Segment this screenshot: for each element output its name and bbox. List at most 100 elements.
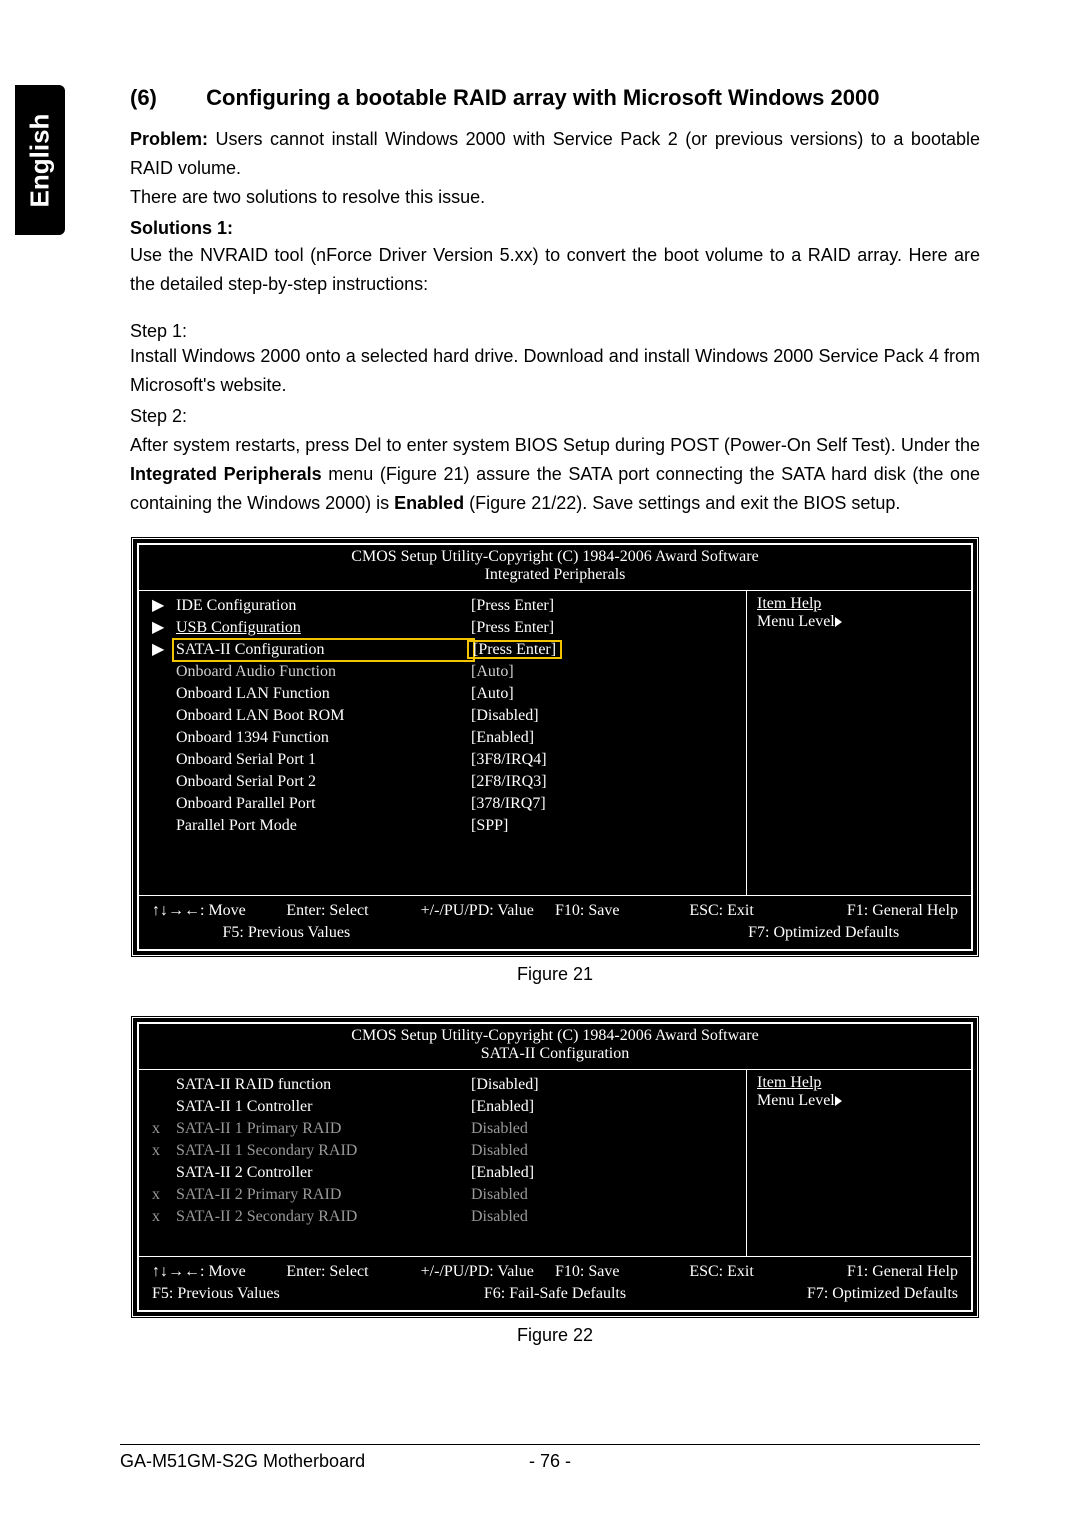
- bios2-menu-level: Menu Level: [757, 1092, 962, 1110]
- bios2-key-save: F10: Save: [555, 1261, 689, 1283]
- bios-row-label: SATA-II 2 Secondary RAID: [176, 1206, 471, 1228]
- bios-row-value: Disabled: [471, 1184, 738, 1206]
- bios1-key-move: ↑↓→←: Move: [152, 900, 286, 922]
- bios-row: Parallel Port Mode[SPP]: [152, 815, 738, 837]
- bios-row-label: Onboard LAN Function: [176, 683, 471, 705]
- bios2-titlebar: CMOS Setup Utility-Copyright (C) 1984-20…: [138, 1023, 972, 1070]
- row-marker: [152, 771, 176, 793]
- row-marker: [152, 661, 176, 683]
- bios1-titlebar: CMOS Setup Utility-Copyright (C) 1984-20…: [138, 544, 972, 591]
- bios-row: ▶IDE Configuration[Press Enter]: [152, 595, 738, 617]
- bios1-copyright: CMOS Setup Utility-Copyright (C) 1984-20…: [138, 548, 972, 566]
- row-marker: [152, 815, 176, 837]
- triangle-right-icon: [835, 617, 842, 627]
- bios-row: xSATA-II 2 Primary RAIDDisabled: [152, 1184, 738, 1206]
- step1-text: Install Windows 2000 onto a selected har…: [130, 342, 980, 400]
- step2-text-a: After system restarts, press Del to ente…: [130, 435, 980, 455]
- bios-row: SATA-II 1 Controller[Enabled]: [152, 1096, 738, 1118]
- bios-row-value: [SPP]: [471, 815, 738, 837]
- bios-row-label: SATA-II 2 Primary RAID: [176, 1184, 471, 1206]
- row-marker: x: [152, 1184, 176, 1206]
- bios2-key-move: ↑↓→←: Move: [152, 1261, 286, 1283]
- bios-row: Onboard Audio Function[Auto]: [152, 661, 738, 683]
- row-marker: [152, 749, 176, 771]
- triangle-right-icon: ▶: [152, 617, 176, 639]
- bios-row-value: Disabled: [471, 1118, 738, 1140]
- language-tab: English: [15, 85, 65, 235]
- row-marker: [152, 793, 176, 815]
- bios-row: Onboard LAN Function[Auto]: [152, 683, 738, 705]
- row-marker: x: [152, 1118, 176, 1140]
- bios2-key-prev: F5: Previous Values: [152, 1283, 421, 1305]
- bios2-key-failsafe: F6: Fail-Safe Defaults: [421, 1283, 690, 1305]
- bios-row: Onboard Serial Port 1[3F8/IRQ4]: [152, 749, 738, 771]
- bios1-key-exit: ESC: Exit: [689, 900, 823, 922]
- row-marker: [152, 705, 176, 727]
- bios-row: SATA-II RAID function[Disabled]: [152, 1074, 738, 1096]
- row-marker: x: [152, 1206, 176, 1228]
- triangle-right-icon: ▶: [152, 595, 176, 617]
- bios-row-value: [Auto]: [471, 661, 738, 683]
- figure22-caption: Figure 22: [130, 1325, 980, 1346]
- bios2-key-help: F1: General Help: [824, 1261, 958, 1283]
- row-marker: [152, 727, 176, 749]
- row-marker: x: [152, 1140, 176, 1162]
- bios1-key-save: F10: Save: [555, 900, 689, 922]
- bios-row-label: SATA-II 1 Secondary RAID: [176, 1140, 471, 1162]
- bios-row-value: [Disabled]: [471, 705, 738, 727]
- bios2-help-title: Item Help: [757, 1074, 962, 1092]
- bios1-key-enter: Enter: Select: [286, 900, 420, 922]
- bios2-key-opt: F7: Optimized Defaults: [689, 1283, 958, 1305]
- step2-bold2: Enabled: [394, 493, 464, 513]
- bios-row-value: Disabled: [471, 1140, 738, 1162]
- language-label: English: [25, 113, 56, 207]
- bios1-menu-panel: ▶IDE Configuration[Press Enter]▶USB Conf…: [138, 591, 747, 895]
- bios-row-value: Disabled: [471, 1206, 738, 1228]
- bios1-key-opt: F7: Optimized Defaults: [689, 922, 958, 944]
- row-marker: [152, 1162, 176, 1184]
- bios2-help-panel: Item Help Menu Level: [747, 1070, 972, 1256]
- bios-row-value: [Enabled]: [471, 727, 738, 749]
- bios-row-value: [378/IRQ7]: [471, 793, 738, 815]
- bios-row-value: [Press Enter]: [471, 595, 738, 617]
- problem-text: Users cannot install Windows 2000 with S…: [130, 129, 980, 178]
- bios-row: xSATA-II 1 Secondary RAIDDisabled: [152, 1140, 738, 1162]
- section-number: (6): [130, 85, 200, 111]
- bios-row-label: Onboard Serial Port 2: [176, 771, 471, 793]
- bios1-key-value: +/-/PU/PD: Value: [421, 900, 555, 922]
- bios1-help-title: Item Help: [757, 595, 962, 613]
- bios-row-label: Onboard 1394 Function: [176, 727, 471, 749]
- triangle-right-icon: ▶: [152, 639, 176, 661]
- step2-bold1: Integrated Peripherals: [130, 464, 322, 484]
- bios-row-label: USB Configuration: [176, 617, 471, 639]
- footer-page-number: - 76 -: [510, 1451, 590, 1472]
- bios-row-label: SATA-II RAID function: [176, 1074, 471, 1096]
- bios1-footer: ↑↓→←: Move Enter: Select +/-/PU/PD: Valu…: [138, 895, 972, 950]
- bios2-copyright: CMOS Setup Utility-Copyright (C) 1984-20…: [138, 1027, 972, 1045]
- bios-row: ▶USB Configuration[Press Enter]: [152, 617, 738, 639]
- bios-row-label: Onboard Serial Port 1: [176, 749, 471, 771]
- bios1-menu-level: Menu Level: [757, 613, 962, 631]
- bios-row-value: [Disabled]: [471, 1074, 738, 1096]
- bios-row-label: Parallel Port Mode: [176, 815, 471, 837]
- bios-row-value: [Enabled]: [471, 1162, 738, 1184]
- bios-row: Onboard 1394 Function[Enabled]: [152, 727, 738, 749]
- bios-row-value: [Auto]: [471, 683, 738, 705]
- step1-label: Step 1:: [130, 321, 980, 342]
- bios-row-label: SATA-II 2 Controller: [176, 1162, 471, 1184]
- section-title-text: Configuring a bootable RAID array with M…: [206, 85, 879, 110]
- bios2-subtitle: SATA-II Configuration: [138, 1045, 972, 1063]
- problem-paragraph: Problem: Users cannot install Windows 20…: [130, 125, 980, 183]
- bios2-key-value: +/-/PU/PD: Value: [421, 1261, 555, 1283]
- bios2-key-enter: Enter: Select: [286, 1261, 420, 1283]
- bios1-key-help: F1: General Help: [824, 900, 958, 922]
- step2-text: After system restarts, press Del to ente…: [130, 431, 980, 518]
- bios-row-label: Onboard LAN Boot ROM: [176, 705, 471, 727]
- problem-label: Problem:: [130, 129, 208, 149]
- section-heading: (6) Configuring a bootable RAID array wi…: [130, 85, 980, 111]
- footer-motherboard: GA-M51GM-S2G Motherboard: [120, 1451, 510, 1472]
- bios-row: SATA-II 2 Controller[Enabled]: [152, 1162, 738, 1184]
- bios1-key-prev: F5: Previous Values: [152, 922, 421, 944]
- step2-label: Step 2:: [130, 402, 980, 431]
- bios-row: Onboard Parallel Port[378/IRQ7]: [152, 793, 738, 815]
